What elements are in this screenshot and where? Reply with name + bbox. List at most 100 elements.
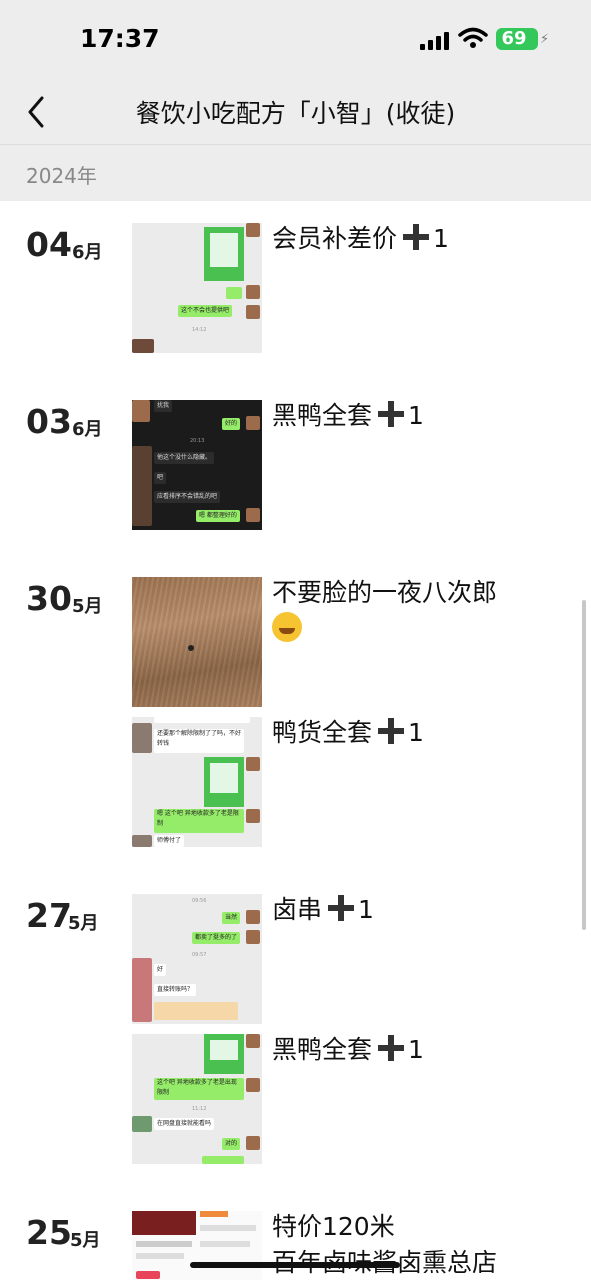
chat-bubble: 这个不会也提供吧: [178, 305, 233, 317]
avatar: [132, 835, 152, 847]
avatar: [246, 305, 260, 319]
chat-bubble: 师傅付了: [154, 835, 185, 847]
chat-timestamp: 09:57: [192, 952, 207, 958]
date-month: 5月: [68, 913, 99, 934]
post-thumbnail[interactable]: [132, 577, 262, 707]
chat-bubble: 都卖了挺多的了: [192, 932, 241, 944]
post-thumbnail[interactable]: [132, 1211, 262, 1280]
chat-bubble: 直接转账吗？: [154, 984, 197, 996]
avatar: [246, 910, 260, 924]
post-count: 1: [433, 224, 449, 253]
chat-bubble: 扰我: [154, 400, 173, 412]
shop-info-line: [200, 1241, 250, 1247]
scrollbar[interactable]: [582, 600, 586, 930]
payment-qr-image: [204, 227, 244, 281]
post-count: 1: [408, 401, 424, 430]
avatar: [246, 1078, 260, 1092]
chat-bubble: 还要那个解除限制了了吗，不好转钱: [154, 729, 244, 753]
chat-bubble: 应看排序不会错乱的吧: [154, 491, 221, 503]
post-text: 特价120米: [272, 1212, 395, 1241]
crying-laughing-emoji-icon: [272, 612, 302, 642]
wifi-icon: [458, 27, 488, 48]
cellular-signal-icon: [420, 30, 450, 50]
date-day: 25: [26, 1213, 72, 1252]
chat-bubble: 嗯 都整理好的: [196, 510, 240, 522]
avatar: [246, 508, 260, 522]
charging-bolt-icon: ⚡: [540, 32, 550, 47]
post-thumbnail[interactable]: 09:56 当然 都卖了挺多的了 09:57 好 直接转账吗？: [132, 894, 262, 1024]
avatar: [246, 757, 260, 771]
price-label: [200, 1211, 228, 1217]
payment-qr-image: [204, 1034, 244, 1074]
plus-icon: [328, 895, 355, 921]
post-caption[interactable]: 黑鸭全套 1: [272, 398, 572, 434]
post-count: 1: [358, 895, 374, 924]
shop-info-line: [136, 1241, 192, 1247]
post-caption[interactable]: 会员补差价 1: [272, 221, 572, 257]
post-count: 1: [408, 718, 424, 747]
date-month: 5月: [70, 1230, 101, 1251]
chat-bubble: [202, 1156, 244, 1164]
chat-bubble: 在网盘直接就能看吗: [154, 1118, 215, 1130]
transfer-card: [154, 1002, 238, 1020]
avatar: [132, 339, 154, 353]
shop-info-line: [136, 1253, 184, 1259]
chat-timestamp: 09:56: [192, 898, 207, 904]
avatar: [246, 416, 260, 430]
status-bar: 17:37 69 ⚡: [0, 0, 591, 80]
post-caption[interactable]: 特价120米 百年卤味酱卤熏总店: [272, 1209, 572, 1281]
chat-bubble: [226, 287, 242, 299]
post-text: 会员补差价: [272, 224, 398, 253]
date-month: 5月: [72, 596, 103, 617]
chat-timestamp: 14:12: [192, 327, 207, 333]
year-label: 2024年: [26, 164, 97, 188]
chat-timestamp: 11:12: [192, 1106, 207, 1112]
plus-icon: [378, 1035, 405, 1061]
date-month: 6月: [72, 419, 103, 440]
avatar: [132, 723, 152, 753]
post-caption[interactable]: 黑鸭全套 1: [272, 1032, 572, 1068]
post-text: 鸭货全套: [272, 718, 373, 747]
post-thumbnail[interactable]: 这个吧 异地收款多了老是出现限制 11:12 在网盘直接就能看吗 对的: [132, 1034, 262, 1164]
avatar: [132, 400, 150, 422]
battery-level: 69: [501, 28, 527, 49]
plus-icon: [403, 224, 430, 250]
avatar: [246, 285, 260, 299]
avatar: [246, 809, 260, 823]
payment-qr-image: [204, 757, 244, 807]
avatar: [246, 223, 260, 237]
nav-bar: 餐饮小吃配方「小智」(收徒): [0, 80, 591, 145]
photo-subject: [188, 645, 194, 651]
chat-bubble: 吧: [154, 472, 167, 484]
post-count: 1: [408, 1035, 424, 1064]
post-thumbnail[interactable]: 还要那个解除限制了了吗，不好转钱 嗯 这个吧 异地收款多了老是限制 师傅付了: [132, 717, 262, 847]
post-caption[interactable]: 卤串 1: [272, 892, 572, 928]
chat-timestamp: 20:13: [190, 438, 205, 444]
post-text: 黑鸭全套: [272, 1035, 373, 1064]
date-day: 03: [26, 402, 72, 441]
post-caption[interactable]: 鸭货全套 1: [272, 715, 572, 751]
avatar: [132, 958, 152, 1022]
chat-bubble: 对的: [222, 1138, 241, 1150]
post-caption[interactable]: 不要脸的一夜八次郎: [272, 575, 572, 647]
date-day: 04: [26, 225, 72, 264]
date-day: 30: [26, 579, 72, 618]
post-text: 不要脸的一夜八次郎: [272, 578, 498, 607]
date-day: 27: [26, 896, 72, 935]
post-text: 黑鸭全套: [272, 401, 373, 430]
post-thumbnail[interactable]: 这个不会也提供吧 14:12: [132, 223, 262, 353]
avatar: [246, 1136, 260, 1150]
avatar: [246, 930, 260, 944]
page-title: 餐饮小吃配方「小智」(收徒): [135, 99, 456, 128]
chat-bubble: 当然: [222, 912, 241, 924]
chat-bubble: [154, 717, 250, 723]
price-tag: [136, 1271, 160, 1279]
chat-bubble: 嗯 这个吧 异地收款多了老是限制: [154, 809, 244, 833]
post-thumbnail[interactable]: 扰我 好的 20:13 他这个没什么隐藏。 吧 应看排序不会错乱的吧 嗯 都整理…: [132, 400, 262, 530]
year-header: 2024年: [0, 145, 591, 201]
shop-info-line: [200, 1225, 256, 1231]
plus-icon: [378, 718, 405, 744]
chat-bubble: 好: [154, 964, 167, 976]
plus-icon: [378, 401, 405, 427]
home-indicator: [190, 1262, 400, 1268]
